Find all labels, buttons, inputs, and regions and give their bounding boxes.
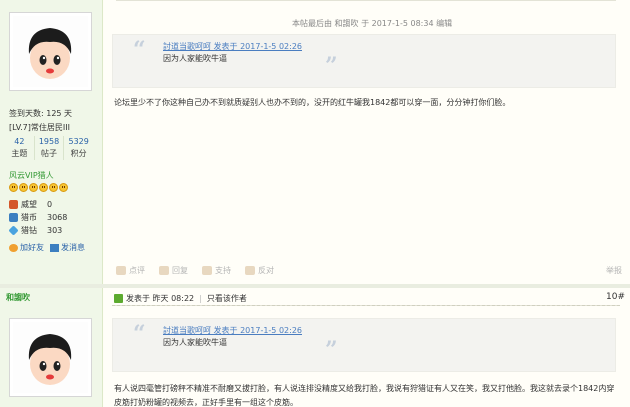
only-author-link[interactable]: 只看该作者 (207, 293, 247, 304)
divider (116, 0, 616, 1)
open-quote-icon: “ (133, 37, 146, 63)
send-message-button[interactable]: 发消息 (50, 242, 85, 253)
quote-block: “ 討道当歌呵呵 发表于 2017-1-5 02:26 因为人家能吹牛逼 ” (112, 318, 616, 372)
comment-button[interactable]: 点评 (116, 265, 145, 276)
quote-source-link[interactable]: 討道当歌呵呵 发表于 2017-1-5 02:26 (163, 41, 302, 52)
open-quote-icon: “ (133, 321, 146, 347)
comment-icon (116, 266, 126, 275)
smiley-icon (59, 183, 68, 192)
close-quote-icon: ” (325, 337, 338, 363)
avatar[interactable] (9, 318, 92, 397)
quote-text: 因为人家能吹牛逼 (163, 338, 227, 347)
oppose-button[interactable]: 反对 (245, 265, 274, 276)
kv-coins: 猎币 3068 (9, 212, 67, 223)
vip-title[interactable]: 风云VIP猎人 (9, 170, 54, 181)
smiley-icon (49, 183, 58, 192)
quote-text: 因为人家能吹牛逼 (163, 54, 227, 63)
stat-threads[interactable]: 42 主题 (5, 136, 35, 160)
user-stats: 42 主题 1958 帖子 5329 积分 (5, 136, 93, 160)
forum-thread-page: 签到天数: 125 天 [LV.7]常住居民III 42 主题 1958 帖子 … (0, 0, 630, 407)
stat-posts[interactable]: 1958 帖子 (35, 136, 65, 160)
stat-points[interactable]: 5329 积分 (64, 136, 93, 160)
user-actions: 加好友 发消息 (9, 242, 85, 253)
second-post: 发表于 昨天 08:22 | 只看该作者 10# “ 討道当歌呵呵 发表于 20… (104, 288, 630, 407)
post-actions: 点评 回复 支持 反对 (116, 265, 274, 276)
reply-icon (159, 266, 169, 275)
floor-number[interactable]: 10# (606, 292, 625, 302)
smiley-icon (39, 183, 48, 192)
sign-days: 签到天数: 125 天 (9, 109, 73, 118)
thumbs-up-icon (202, 266, 212, 275)
envelope-icon (50, 243, 59, 252)
thumbs-down-icon (245, 266, 255, 275)
user-sidebar: 签到天数: 125 天 [LV.7]常住居民III 42 主题 1958 帖子 … (0, 0, 103, 407)
add-friend-button[interactable]: 加好友 (9, 242, 44, 253)
quote-source-link[interactable]: 討道当歌呵呵 发表于 2017-1-5 02:26 (163, 325, 302, 336)
post-time: 发表于 昨天 08:22 (126, 294, 195, 303)
diamond-icon (8, 225, 19, 236)
username-link[interactable]: 和謅吹 (6, 292, 30, 303)
add-friend-icon (9, 243, 18, 252)
smiley-icon (19, 183, 28, 192)
quote-block: “ 討道当歌呵呵 发表于 2017-1-5 02:26 因为人家能吹牛逼 ” (112, 34, 616, 88)
avatar[interactable] (9, 12, 92, 91)
kv-prestige: 威望 0 (9, 199, 52, 210)
post-meta: 发表于 昨天 08:22 | 只看该作者 (114, 293, 247, 304)
cartoon-avatar-icon (28, 334, 72, 385)
post-body: 有人说四毫管打磅秤不精准不耐磨又拔打脸，有人说连排没精度又给我打脸，我说有狩猎证… (114, 384, 615, 407)
reply-button[interactable]: 回复 (159, 265, 188, 276)
close-quote-icon: ” (325, 53, 338, 79)
cartoon-avatar-icon (28, 28, 72, 79)
kv-diamonds: 猎钻 303 (8, 225, 62, 236)
smiley-icon (29, 183, 38, 192)
coin-icon (9, 213, 18, 222)
support-button[interactable]: 支持 (202, 265, 231, 276)
smiley-icon (9, 183, 18, 192)
user-rank[interactable]: [LV.7]常住居民III (9, 122, 70, 133)
post-body: 论坛里少不了你这种自己办不到就质疑别人也办不到的，没开的红牛罐我1842都可以穿… (114, 98, 511, 107)
report-link[interactable]: 举报 (606, 265, 622, 276)
edit-note: 本帖最后由 和謅吹 于 2017-1-5 08:34 编辑 (292, 19, 453, 28)
level-smileys (9, 183, 68, 192)
divider (112, 305, 620, 306)
prestige-icon (9, 200, 18, 209)
post-icon (114, 294, 123, 303)
